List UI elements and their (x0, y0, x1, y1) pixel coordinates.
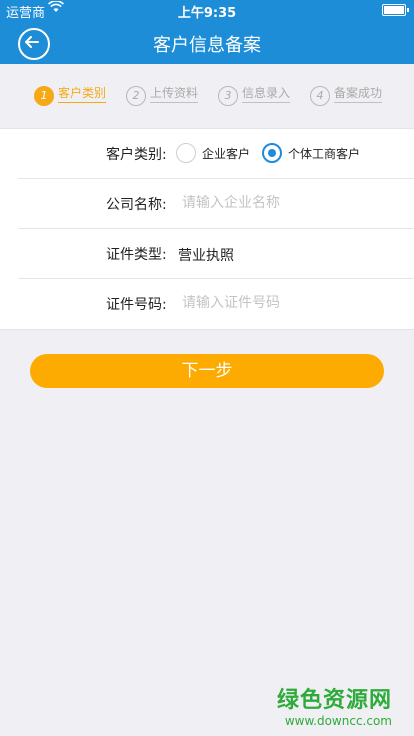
step-number: 3 (218, 86, 238, 106)
step-number: 4 (310, 86, 330, 106)
customer-type-label: 客户类别: (106, 147, 167, 163)
clock-text: 上午9:35 (177, 6, 237, 21)
cert-type-row[interactable]: 证件类型: 营业执照 (0, 229, 414, 279)
page-title: 客户信息备案 (153, 35, 261, 56)
app-header: 运营商 上午9:35 客户信息备案 (0, 0, 414, 64)
step-number: 1 (34, 86, 54, 106)
step-label: 备案成功 (334, 86, 383, 100)
radio-enterprise-label: 企业客户 (202, 147, 251, 161)
cert-type-label: 证件类型: (106, 247, 167, 263)
step-number: 2 (126, 86, 146, 106)
cert-type-value[interactable]: 营业执照 (178, 245, 234, 265)
company-name-label: 公司名称: (106, 197, 167, 213)
step-underline (334, 102, 382, 103)
step-label: 信息录入 (242, 86, 291, 100)
company-name-row: 公司名称: (0, 179, 414, 229)
cert-number-row: 证件号码: (0, 279, 414, 329)
step-underline (242, 102, 290, 103)
radio-individual-label: 个体工商客户 (288, 147, 361, 161)
step-underline (58, 102, 106, 103)
watermark-logo: 绿色资源网 www.downcc.com (277, 682, 392, 728)
watermark-url: www.downcc.com (284, 714, 392, 728)
cert-number-input[interactable] (182, 291, 392, 315)
step-label: 客户类别 (58, 86, 107, 100)
cert-number-label: 证件号码: (106, 297, 167, 313)
step-indicator: 1 客户类别 2 上传资料 3 信息录入 4 备案成功 (0, 64, 414, 128)
company-name-input[interactable] (182, 191, 392, 215)
battery-icon (382, 4, 409, 16)
watermark-title: 绿色资源网 (276, 688, 392, 713)
radio-unchecked-icon (176, 143, 196, 163)
next-step-button[interactable]: 下一步 (30, 354, 384, 388)
step-label: 上传资料 (150, 86, 199, 100)
customer-form: 客户类别: 企业客户 个体工商客户 公司名称: 证件类型: 营业执照 证件号码: (0, 128, 414, 330)
status-bar: 运营商 上午9:35 (0, 0, 414, 21)
customer-type-row: 客户类别: 企业客户 个体工商客户 (0, 129, 414, 179)
step-underline (150, 102, 198, 103)
radio-checked-icon (262, 143, 282, 163)
